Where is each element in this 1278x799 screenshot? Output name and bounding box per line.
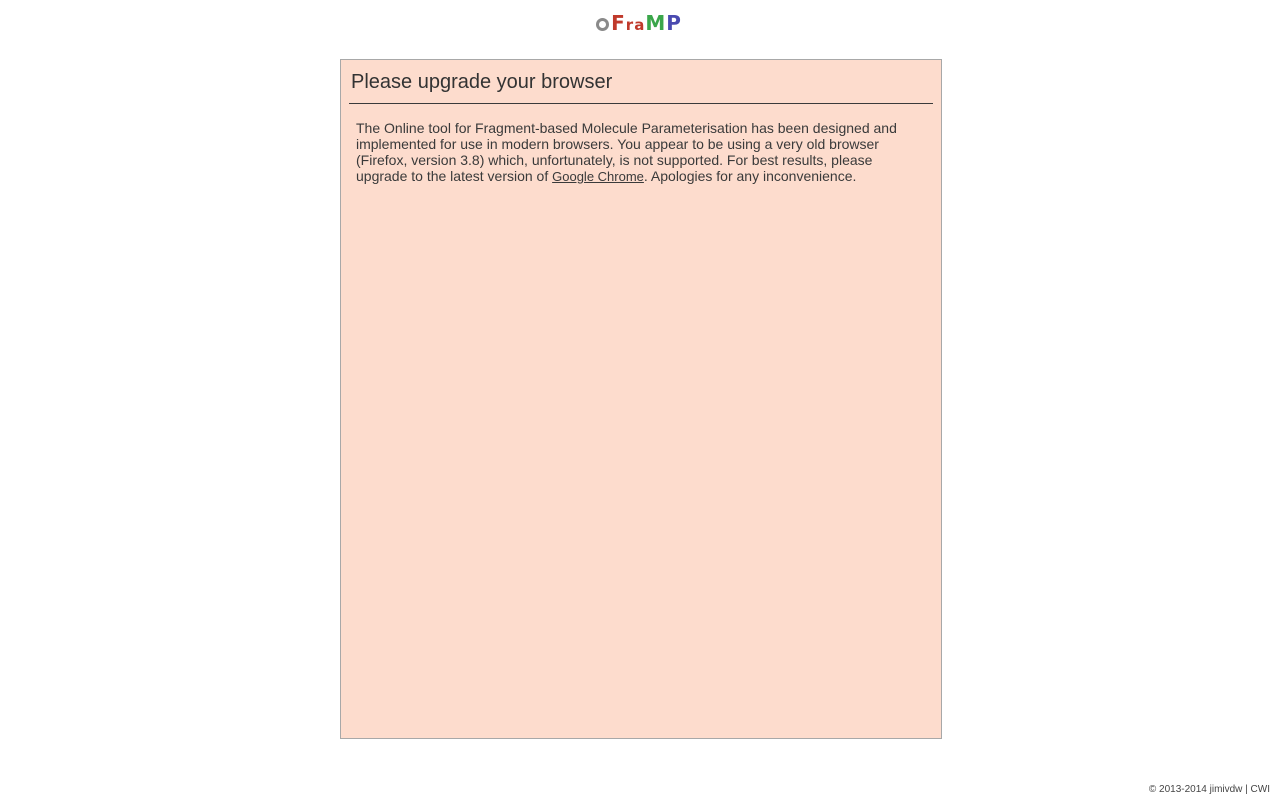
logo-letter-f: F: [611, 11, 626, 35]
logo-wordmark: FraMP: [596, 10, 682, 38]
logo-o-ring: [596, 18, 610, 31]
oframp-logo: FraMP: [0, 10, 1278, 40]
upgrade-browser-panel: Please upgrade your browser The Online t…: [340, 59, 942, 739]
copyright-footer: © 2013-2014 jimivdw | CWI: [1148, 784, 1270, 795]
message-text-end: . Apologies for any inconvenience.: [643, 168, 857, 184]
title-divider: [349, 103, 933, 104]
google-chrome-link[interactable]: Google Chrome: [552, 169, 644, 184]
panel-title: Please upgrade your browser: [351, 71, 613, 93]
upgrade-message: The Online tool for Fragment-based Molec…: [356, 120, 921, 185]
logo-letter-m: M: [645, 11, 667, 35]
logo-letter-r: r: [625, 16, 635, 34]
logo-letter-a: a: [634, 16, 646, 34]
logo-letter-p: P: [666, 11, 682, 35]
